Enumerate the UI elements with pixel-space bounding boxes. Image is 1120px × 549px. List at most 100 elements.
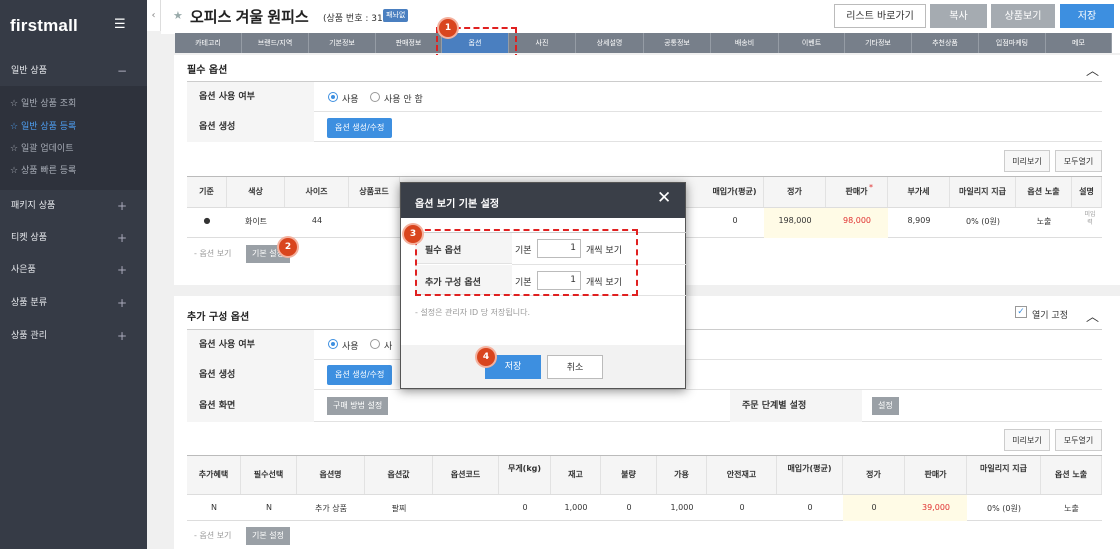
sidebar-section-category[interactable]: 상품 분류 + <box>0 287 147 319</box>
table-cell: 팔찌 <box>391 504 407 513</box>
collapse-icon[interactable]: − <box>117 55 127 87</box>
table-header-cell: 매입가(평균) <box>706 177 764 207</box>
table-header-cell: 옵션명 <box>297 456 365 494</box>
expand-all-button[interactable]: 모두열기 <box>1055 150 1102 172</box>
product-number: (상품 번호 : 31) <box>323 14 387 24</box>
tab-10[interactable]: 기타정보 <box>845 33 912 53</box>
table-cell: 노출 <box>1064 504 1079 513</box>
list-shortcut-button[interactable]: 리스트 바로가기 <box>834 4 926 28</box>
order-step-button[interactable]: 설정 <box>872 397 899 415</box>
dialog-note: - 설정은 관리자 ID 당 저장됩니다. <box>415 308 530 317</box>
tab-11[interactable]: 추천상품 <box>912 33 979 53</box>
table-header-cell: 설명 <box>1072 177 1102 207</box>
tab-1[interactable]: 브랜드/지역 <box>242 33 309 53</box>
tab-6[interactable]: 상세설명 <box>576 33 644 53</box>
table-header-cell: 판매가 <box>826 177 888 207</box>
expand-all-button[interactable]: 모두열기 <box>1055 429 1102 451</box>
product-view-button[interactable]: 상품보기 <box>991 4 1055 28</box>
preview-button[interactable]: 미리보기 <box>1004 429 1050 451</box>
status-badge: 패놔없 <box>383 9 409 22</box>
tab-7[interactable]: 공통정보 <box>644 33 711 53</box>
fix-open-checkbox[interactable]: ✓ <box>1015 306 1027 318</box>
use-radio[interactable] <box>328 92 338 102</box>
table-header-cell: 색상 <box>227 177 285 207</box>
table-header-cell: 마일리지 지급 <box>950 177 1016 207</box>
table-header-cell: 옵션 노출 <box>1016 177 1072 207</box>
copy-button[interactable]: 복사 <box>930 4 987 28</box>
table-cell: N <box>266 503 272 512</box>
expand-icon[interactable]: + <box>117 287 127 319</box>
chevron-up-icon[interactable]: ︿ <box>1086 306 1099 325</box>
table-header-cell: 추가혜택 <box>187 456 241 494</box>
option-create-row <box>187 112 1102 142</box>
no-use-radio-label: 사 <box>384 342 393 352</box>
sidebar-section-manage[interactable]: 상품 관리 + <box>0 320 147 352</box>
use-radio[interactable] <box>328 339 338 349</box>
table-cell: 0 <box>871 503 877 512</box>
sale-price-cell: 98,000 <box>843 216 871 225</box>
tab-13[interactable]: 메모 <box>1046 33 1112 53</box>
purchase-method-button[interactable]: 구매 방법 설정 <box>327 397 389 415</box>
sidebar-section-package[interactable]: 패키지 상품 + <box>0 190 147 222</box>
order-step-label: 주문 단계별 설정 <box>730 390 862 422</box>
tab-5[interactable]: 사진 <box>509 33 576 53</box>
star-icon: ☆ <box>10 166 21 176</box>
option-view-label: - 옵션 보기 <box>194 531 232 540</box>
tab-3[interactable]: 판매정보 <box>376 33 442 53</box>
table-cell: 1,000 <box>564 503 588 512</box>
no-use-radio[interactable] <box>370 92 380 102</box>
table-header-cell: 재고 <box>551 456 601 494</box>
option-create-button[interactable]: 옵션 생성/수정 <box>327 118 393 138</box>
table-header-cell: 옵션 노출 <box>1041 456 1102 494</box>
table-cell: 0 <box>522 503 528 512</box>
sidebar-collapse-button[interactable]: ‹ <box>147 0 161 31</box>
dialog-cancel-button[interactable]: 취소 <box>547 355 603 379</box>
expand-icon[interactable]: + <box>117 254 127 286</box>
preview-button[interactable]: 미리보기 <box>1004 150 1050 172</box>
callout-2: 2 <box>279 238 297 256</box>
page-title: 오피스 겨울 원피스 <box>190 9 309 26</box>
star-icon: ☆ <box>10 144 21 154</box>
tab-9[interactable]: 이벤트 <box>779 33 845 53</box>
menu-icon[interactable]: ☰ <box>114 17 126 32</box>
tab-2[interactable]: 기본정보 <box>309 33 376 53</box>
save-button[interactable]: 저장 <box>1060 4 1114 28</box>
star-icon: ☆ <box>10 99 21 109</box>
table-header-cell: 마일리지 지급 <box>967 456 1041 494</box>
table-cell: 39,000 <box>922 503 950 512</box>
sidebar-section-ticket[interactable]: 티켓 상품 + <box>0 222 147 254</box>
sidebar-section-gift[interactable]: 사은품 + <box>0 254 147 286</box>
dialog-title: 옵션 보기 기본 설정 <box>415 199 500 210</box>
default-setting-button[interactable]: 기본 설정 <box>246 527 290 545</box>
logo: firstmall <box>10 16 78 35</box>
option-create-button[interactable]: 옵션 생성/수정 <box>327 365 393 385</box>
sidebar-item-bulk-update[interactable]: ☆ 일괄 업데이트 <box>10 140 73 158</box>
sidebar-item-product-register[interactable]: ☆ 일반 상품 등록 <box>10 118 76 136</box>
purchase-cell: 0 <box>732 216 738 225</box>
base-cell: ● <box>203 216 211 225</box>
use-radio-label: 사용 <box>342 95 359 105</box>
expand-icon[interactable]: + <box>117 222 127 254</box>
table-cell: 0% (0원) <box>987 504 1021 513</box>
table-header-cell: 옵션값 <box>365 456 433 494</box>
tab-12[interactable]: 입점마케팅 <box>979 33 1046 53</box>
table-cell: 0 <box>807 503 813 512</box>
close-icon[interactable]: ✕ <box>657 190 671 207</box>
star-icon: ☆ <box>10 122 21 132</box>
tab-0[interactable]: 카테고리 <box>175 33 242 53</box>
size-cell: 44 <box>311 216 323 225</box>
sidebar-section-general[interactable]: 일반 상품 − <box>0 55 147 87</box>
callout-3: 3 <box>404 225 422 243</box>
highlight-box-3 <box>415 229 638 296</box>
dialog-footer <box>401 345 685 388</box>
expand-icon[interactable]: + <box>117 320 127 352</box>
callout-1: 1 <box>439 19 457 37</box>
star-icon[interactable]: ★ <box>173 9 183 22</box>
option-screen-row <box>187 390 1102 422</box>
expand-icon[interactable]: + <box>117 190 127 222</box>
chevron-up-icon[interactable]: ︿ <box>1086 60 1099 79</box>
no-use-radio[interactable] <box>370 339 380 349</box>
sidebar-item-quick-register[interactable]: ☆ 상품 빠른 등록 <box>10 162 76 180</box>
tab-8[interactable]: 배송비 <box>711 33 779 53</box>
sidebar-item-product-list[interactable]: ☆ 일반 상품 조회 <box>10 95 76 113</box>
